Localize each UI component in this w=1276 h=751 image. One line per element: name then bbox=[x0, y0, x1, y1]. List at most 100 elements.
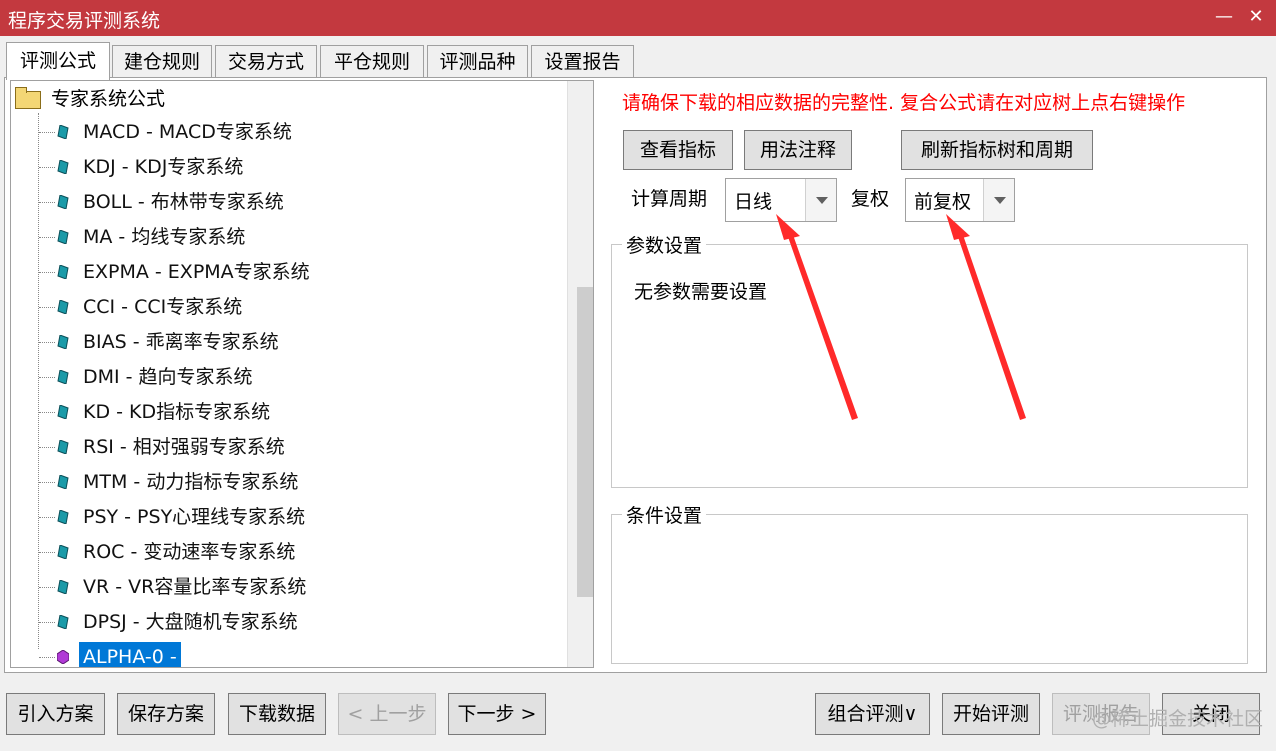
adjust-value: 前复权 bbox=[914, 191, 972, 213]
tree-item[interactable]: ROC - 变动速率专家系统 bbox=[29, 537, 569, 567]
refresh-tree-button[interactable]: 刷新指标树和周期 bbox=[901, 130, 1093, 170]
params-group-title: 参数设置 bbox=[622, 231, 707, 258]
tree-item[interactable]: DMI - 趋向专家系统 bbox=[29, 362, 569, 392]
tree-item[interactable]: MTM - 动力指标专家系统 bbox=[29, 467, 569, 497]
tree-connector bbox=[39, 272, 55, 273]
tree-item[interactable]: CCI - CCI专家系统 bbox=[29, 292, 569, 322]
tree-connector bbox=[39, 132, 55, 133]
title-bar: 程序交易评测系统 — ✕ bbox=[0, 0, 1276, 36]
formula-icon bbox=[57, 650, 69, 664]
tree-item-label: DMI - 趋向专家系统 bbox=[83, 366, 253, 388]
formula-icon bbox=[57, 440, 69, 454]
tree-item[interactable]: MA - 均线专家系统 bbox=[29, 222, 569, 252]
tree-item-label: BIAS - 乖离率专家系统 bbox=[83, 331, 279, 353]
tab-instruments[interactable]: 评测品种 bbox=[427, 45, 528, 78]
usage-notes-button[interactable]: 用法注释 bbox=[744, 130, 852, 170]
params-group: 参数设置 无参数需要设置 bbox=[611, 231, 1248, 488]
tree-item[interactable]: MACD - MACD专家系统 bbox=[29, 117, 569, 147]
close-window-icon[interactable]: ✕ bbox=[1242, 4, 1270, 30]
window-title: 程序交易评测系统 bbox=[8, 10, 161, 32]
tree-item[interactable]: KD - KD指标专家系统 bbox=[29, 397, 569, 427]
tab-entry-rules[interactable]: 建仓规则 bbox=[112, 45, 212, 78]
tree-item[interactable]: RSI - 相对强弱专家系统 bbox=[29, 432, 569, 462]
tree-scrollbar[interactable] bbox=[567, 81, 593, 667]
tree-item-label: KD - KD指标专家系统 bbox=[83, 401, 271, 423]
start-test-button[interactable]: 开始评测 bbox=[942, 693, 1040, 735]
next-step-button[interactable]: 下一步 > bbox=[448, 693, 546, 735]
save-plan-button[interactable]: 保存方案 bbox=[117, 693, 215, 735]
tree-item[interactable]: BOLL - 布林带专家系统 bbox=[29, 187, 569, 217]
tree-item-label: CCI - CCI专家系统 bbox=[83, 296, 243, 318]
prev-step-button[interactable]: < 上一步 bbox=[338, 693, 436, 735]
tree-connector bbox=[39, 412, 55, 413]
folder-icon bbox=[15, 87, 41, 109]
formula-icon bbox=[57, 405, 69, 419]
tree-item-label: ALPHA-0 - bbox=[79, 642, 181, 667]
tree-item[interactable]: DPSJ - 大盘随机专家系统 bbox=[29, 607, 569, 637]
tree-item-label: KDJ - KDJ专家系统 bbox=[83, 156, 244, 178]
view-indicator-button[interactable]: 查看指标 bbox=[623, 130, 733, 170]
tree-item[interactable]: ALPHA-0 - bbox=[29, 642, 569, 667]
tab-report-settings[interactable]: 设置报告 bbox=[531, 45, 634, 78]
chevron-down-icon[interactable] bbox=[805, 179, 836, 221]
tree-item[interactable]: KDJ - KDJ专家系统 bbox=[29, 152, 569, 182]
import-plan-button[interactable]: 引入方案 bbox=[6, 693, 105, 735]
tree-item[interactable]: VR - VR容量比率专家系统 bbox=[29, 572, 569, 602]
tree-item-label: EXPMA - EXPMA专家系统 bbox=[83, 261, 310, 283]
tab-formula[interactable]: 评测公式 bbox=[6, 42, 110, 80]
tree-item[interactable]: BIAS - 乖离率专家系统 bbox=[29, 327, 569, 357]
formula-icon bbox=[57, 300, 69, 314]
formula-icon bbox=[57, 230, 69, 244]
formula-icon bbox=[57, 125, 69, 139]
tree-connector bbox=[39, 342, 55, 343]
formula-icon bbox=[57, 475, 69, 489]
tree-connector bbox=[39, 552, 55, 553]
tree-item-label: MTM - 动力指标专家系统 bbox=[83, 471, 299, 493]
period-select[interactable]: 日线 bbox=[725, 178, 837, 222]
notice-text: 请确保下载的相应数据的完整性. 复合公式请在对应树上点右键操作 bbox=[622, 92, 1186, 114]
period-value: 日线 bbox=[734, 191, 773, 213]
tree-item-label: MACD - MACD专家系统 bbox=[83, 121, 292, 143]
tree-item-label: PSY - PSY心理线专家系统 bbox=[83, 506, 306, 528]
tree-connector bbox=[39, 237, 55, 238]
tree-connector bbox=[39, 657, 55, 658]
conditions-group: 条件设置 bbox=[611, 501, 1248, 664]
tab-exit-rules[interactable]: 平仓规则 bbox=[320, 45, 424, 78]
tree-item-label: RSI - 相对强弱专家系统 bbox=[83, 436, 285, 458]
tree-connector bbox=[39, 202, 55, 203]
period-label: 计算周期 bbox=[631, 188, 708, 210]
watermark: @稀土掘金技术社区 bbox=[1092, 708, 1264, 730]
conditions-group-title: 条件设置 bbox=[622, 501, 707, 528]
minimize-icon[interactable]: — bbox=[1210, 4, 1238, 30]
formula-icon bbox=[57, 580, 69, 594]
formula-icon bbox=[57, 370, 69, 384]
chevron-down-icon[interactable] bbox=[983, 179, 1014, 221]
combo-test-button[interactable]: 组合评测∨ bbox=[815, 693, 930, 735]
scrollbar-thumb[interactable] bbox=[577, 287, 593, 597]
adjust-select[interactable]: 前复权 bbox=[905, 178, 1015, 222]
tree-connector bbox=[39, 447, 55, 448]
formula-icon bbox=[57, 335, 69, 349]
tab-trade-method[interactable]: 交易方式 bbox=[215, 45, 317, 78]
tree-item-label: BOLL - 布林带专家系统 bbox=[83, 191, 284, 213]
formula-tree[interactable]: 专家系统公式 MACD - MACD专家系统 KDJ - KDJ专家系统 BOLL … bbox=[10, 80, 594, 668]
tree-connector bbox=[39, 307, 55, 308]
formula-icon bbox=[57, 265, 69, 279]
tree-connector bbox=[39, 517, 55, 518]
formula-icon bbox=[57, 615, 69, 629]
tree-item[interactable]: PSY - PSY心理线专家系统 bbox=[29, 502, 569, 532]
tree-item-label: DPSJ - 大盘随机专家系统 bbox=[83, 611, 298, 633]
adjust-label: 复权 bbox=[851, 188, 890, 210]
tree-root-label: 专家系统公式 bbox=[51, 88, 166, 110]
tree-connector bbox=[39, 622, 55, 623]
tree-connector bbox=[39, 482, 55, 483]
formula-icon bbox=[57, 160, 69, 174]
download-data-button[interactable]: 下载数据 bbox=[228, 693, 326, 735]
tree-connector bbox=[39, 587, 55, 588]
params-text: 无参数需要设置 bbox=[634, 281, 768, 303]
tree-item-label: VR - VR容量比率专家系统 bbox=[83, 576, 307, 598]
formula-icon bbox=[57, 545, 69, 559]
tree-connector bbox=[39, 377, 55, 378]
tree-item[interactable]: EXPMA - EXPMA专家系统 bbox=[29, 257, 569, 287]
tree-item-label: MA - 均线专家系统 bbox=[83, 226, 246, 248]
